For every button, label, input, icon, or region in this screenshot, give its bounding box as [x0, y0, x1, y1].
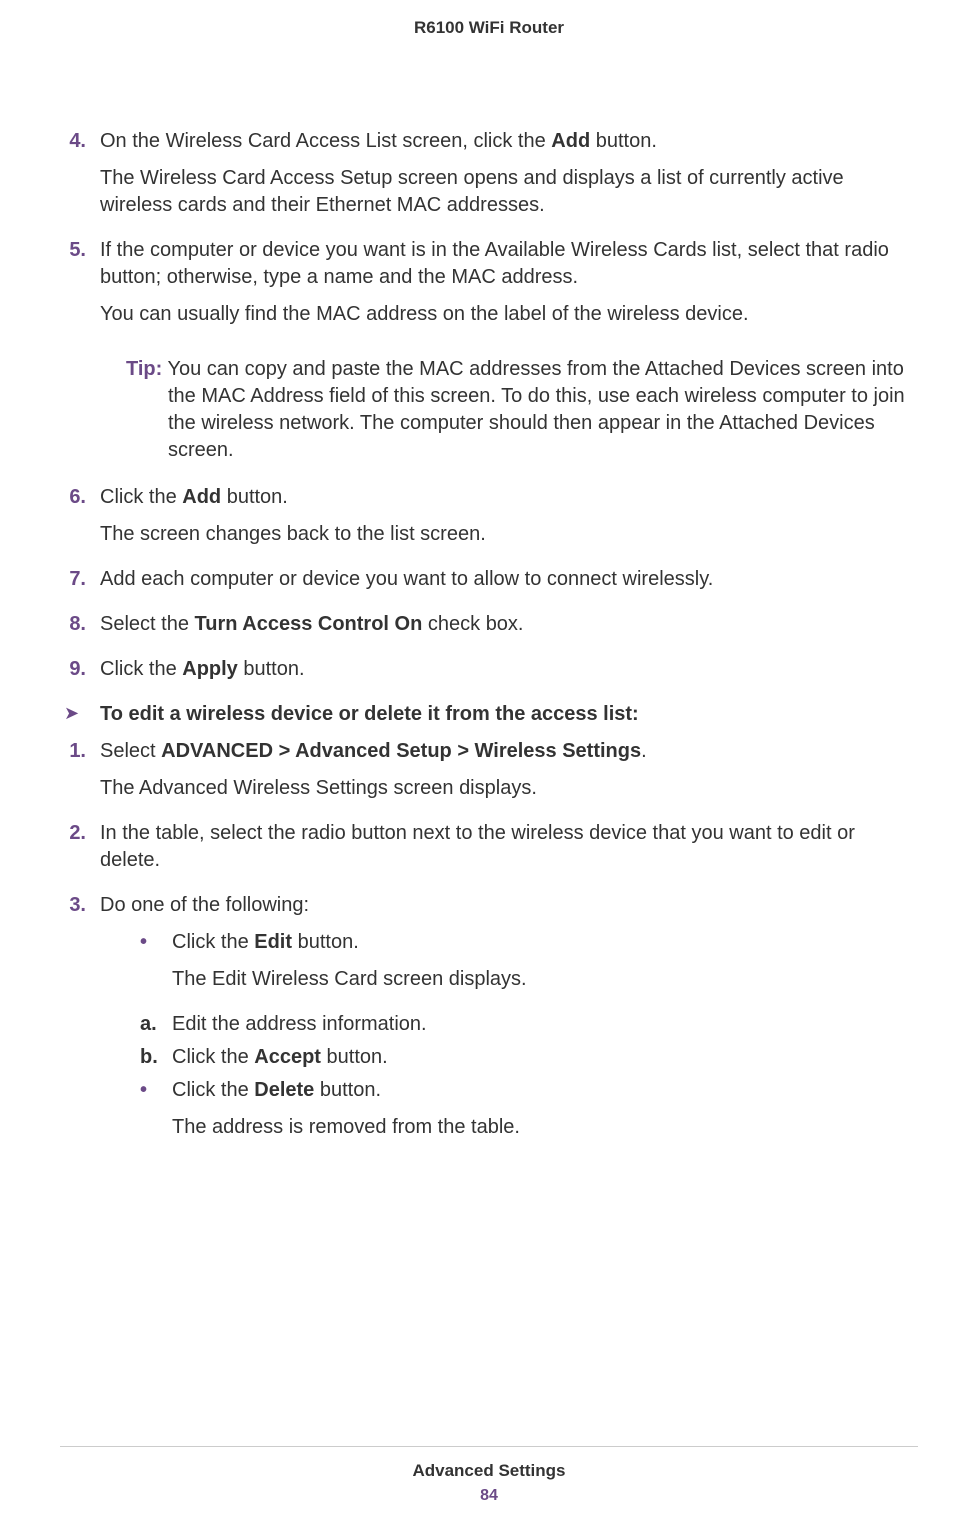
text: Click the	[100, 658, 182, 680]
step-body: Select the Turn Access Control On check …	[100, 611, 918, 648]
step-9: 9. Click the Apply button.	[60, 656, 918, 693]
page-header: R6100 WiFi Router	[0, 0, 978, 38]
text: .	[641, 740, 647, 762]
step-body: In the table, select the radio button ne…	[100, 820, 918, 884]
step-number: 2.	[60, 820, 100, 884]
step-body: On the Wireless Card Access List screen,…	[100, 128, 918, 229]
text: The Edit Wireless Card screen displays.	[172, 966, 918, 993]
step-number: 8.	[60, 611, 100, 648]
tip-text: You can copy and paste the MAC addresses…	[162, 358, 904, 461]
step-body: Click the Add button. The screen changes…	[100, 484, 918, 558]
step-4: 4. On the Wireless Card Access List scre…	[60, 128, 918, 229]
bullet-edit: • Click the Edit button. The Edit Wirele…	[100, 929, 918, 1003]
procedure-title: To edit a wireless device or delete it f…	[100, 701, 918, 728]
step-number: 9.	[60, 656, 100, 693]
tip-block: Tip: You can copy and paste the MAC addr…	[60, 356, 918, 464]
bold-text: Apply	[182, 658, 238, 680]
bullet-icon: •	[140, 929, 172, 1003]
step-7: 7. Add each computer or device you want …	[60, 566, 918, 603]
step-5: 5. If the computer or device you want is…	[60, 237, 918, 338]
text: The screen changes back to the list scre…	[100, 521, 918, 548]
bold-text: Edit	[254, 931, 292, 953]
bold-text: Add	[182, 486, 221, 508]
substep-b: b. Click the Accept button.	[100, 1044, 918, 1071]
text: In the table, select the radio button ne…	[100, 820, 918, 874]
bold-text: Accept	[254, 1046, 321, 1068]
bold-text: Add	[551, 130, 590, 152]
text: Edit the address information.	[172, 1011, 427, 1038]
footer-title: Advanced Settings	[0, 1461, 978, 1481]
step-body: Add each computer or device you want to …	[100, 566, 918, 603]
text: Click the	[100, 486, 182, 508]
step-number: 6.	[60, 484, 100, 558]
text: button.	[292, 931, 359, 953]
step-body: Do one of the following: • Click the Edi…	[100, 892, 918, 1159]
footer-page-number: 84	[0, 1487, 978, 1505]
text: button.	[238, 658, 305, 680]
text: check box.	[422, 613, 523, 635]
bold-text: Delete	[254, 1079, 314, 1101]
text: button.	[314, 1079, 381, 1101]
bold-text: ADVANCED > Advanced Setup > Wireless Set…	[161, 740, 641, 762]
page-content: 4. On the Wireless Card Access List scre…	[0, 38, 978, 1159]
bullet-icon: •	[140, 1077, 172, 1151]
step-number: 3.	[60, 892, 100, 1159]
text: Click the	[172, 1079, 254, 1101]
text: Select the	[100, 613, 195, 635]
text: Click the	[172, 931, 254, 953]
page-footer: Advanced Settings 84	[0, 1446, 978, 1505]
bold-text: Turn Access Control On	[195, 613, 423, 635]
bullet-body: Click the Delete button. The address is …	[172, 1077, 918, 1151]
text: button.	[590, 130, 657, 152]
edit-step-2: 2. In the table, select the radio button…	[60, 820, 918, 884]
step-6: 6. Click the Add button. The screen chan…	[60, 484, 918, 558]
substep-number: a.	[140, 1011, 172, 1038]
step-number: 4.	[60, 128, 100, 229]
step-number: 7.	[60, 566, 100, 603]
text: You can usually find the MAC address on …	[100, 301, 918, 328]
bullet-delete: • Click the Delete button. The address i…	[100, 1077, 918, 1151]
text: The Advanced Wireless Settings screen di…	[100, 775, 918, 802]
step-8: 8. Select the Turn Access Control On che…	[60, 611, 918, 648]
arrow-icon: ➤	[60, 701, 100, 728]
bullet-body: Click the Edit button. The Edit Wireless…	[172, 929, 918, 1003]
text: Add each computer or device you want to …	[100, 566, 918, 593]
footer-divider	[60, 1446, 918, 1447]
substep-a: a. Edit the address information.	[100, 1011, 918, 1038]
edit-step-3: 3. Do one of the following: • Click the …	[60, 892, 918, 1159]
text: The address is removed from the table.	[172, 1114, 918, 1141]
text: If the computer or device you want is in…	[100, 237, 918, 291]
edit-step-1: 1. Select ADVANCED > Advanced Setup > Wi…	[60, 738, 918, 812]
tip-label: Tip:	[126, 358, 162, 380]
step-body: Select ADVANCED > Advanced Setup > Wirel…	[100, 738, 918, 812]
step-body: If the computer or device you want is in…	[100, 237, 918, 338]
text: On the Wireless Card Access List screen,…	[100, 130, 551, 152]
substep-number: b.	[140, 1044, 172, 1071]
text: Do one of the following:	[100, 892, 918, 919]
step-number: 1.	[60, 738, 100, 812]
text: Select	[100, 740, 161, 762]
step-number: 5.	[60, 237, 100, 338]
text: button.	[221, 486, 288, 508]
procedure-heading: ➤ To edit a wireless device or delete it…	[60, 701, 918, 728]
step-body: Click the Apply button.	[100, 656, 918, 693]
text: The Wireless Card Access Setup screen op…	[100, 165, 918, 219]
text: button.	[321, 1046, 388, 1068]
text: Click the	[172, 1046, 254, 1068]
